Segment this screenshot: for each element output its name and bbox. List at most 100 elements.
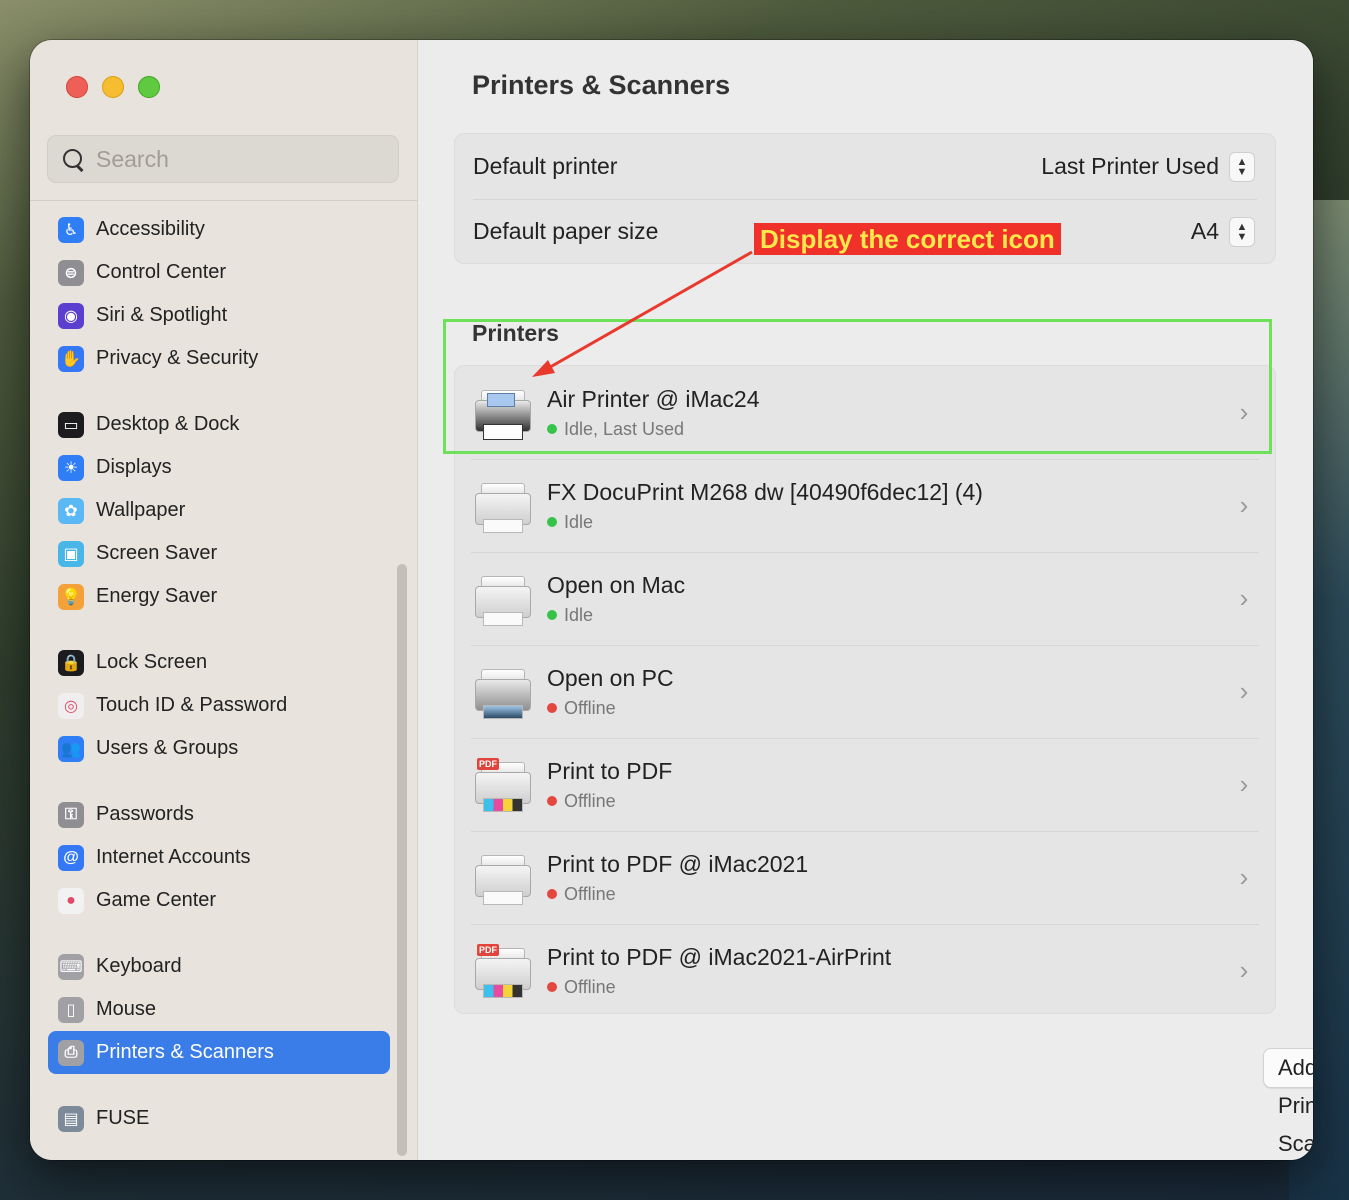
sidebar-item[interactable]: @ Internet Accounts (48, 836, 390, 879)
printer-text: Air Printer @ iMac24 Idle, Last Used (547, 386, 1229, 440)
printer-icon (471, 661, 533, 723)
sidebar-item[interactable]: ◎ Touch ID & Password (48, 684, 390, 727)
sidebar-item[interactable]: 💡 Energy Saver (48, 575, 390, 618)
sidebar-item-label: Lock Screen (96, 651, 208, 673)
add-printer-button[interactable]: Add Printer, Scanner, or Fax... (1263, 1048, 1313, 1156)
printer-name: Print to PDF (547, 757, 673, 784)
sidebar-item[interactable]: ⌨ Keyboard (48, 945, 390, 988)
fuse-icon: ▤ (58, 1105, 84, 1132)
default-printer-row: Default printer Last Printer Used ▲ ▼ (455, 134, 1275, 199)
printer-row[interactable]: Print to PDF @ iMac2021 Offline › (455, 831, 1275, 924)
settings-window: Search ♿ Accessibility ⊜ Control Center ◉ Sir… (30, 40, 1313, 1160)
printer-status: Idle (547, 512, 1229, 533)
page-title: Printers & Scanners (472, 70, 731, 100)
game-center-icon: ● (58, 887, 84, 914)
status-dot-icon (547, 517, 557, 527)
default-paper-popup[interactable]: A4 ▲ ▼ (1190, 216, 1255, 247)
search-field[interactable]: Search (47, 135, 399, 183)
status-dot-icon (547, 424, 557, 434)
sidebar-item[interactable]: ☀ Displays (48, 446, 390, 489)
sidebar-item[interactable]: ♿ Accessibility (48, 208, 390, 251)
accessibility-icon: ♿ (58, 216, 84, 243)
fingerprint-icon: ◎ (58, 692, 84, 719)
printer-name: Print to PDF @ iMac2021-AirPrint (547, 943, 892, 970)
printer-name: Open on Mac (547, 571, 686, 598)
dock-icon: ▭ (58, 411, 84, 438)
printer-name: Air Printer @ iMac24 (547, 385, 760, 412)
printer-row[interactable]: PDF Print to PDF @ iMac2021-AirPrint Offli… (455, 924, 1275, 1017)
printer-icon (471, 568, 533, 630)
sidebar-item[interactable]: ● Game Center (48, 879, 390, 922)
sidebar-item[interactable]: ✿ Wallpaper (48, 489, 390, 532)
printer-text: Print to PDF @ iMac2021 Offline (547, 851, 1229, 905)
search-icon (60, 146, 86, 172)
sidebar-item-label: Control Center (96, 261, 227, 283)
sidebar-item-label: Accessibility (96, 218, 205, 240)
lock-icon: 🔒 (58, 649, 84, 676)
default-printer-label: Default printer (473, 153, 618, 179)
default-paper-value: A4 (1190, 218, 1219, 244)
status-dot-icon (547, 889, 557, 899)
at-icon: @ (58, 844, 84, 871)
printer-row[interactable]: PDF Print to PDF Offline › (455, 738, 1275, 831)
sidebar-item[interactable]: ⚿ Passwords (48, 793, 390, 836)
sidebar-item[interactable]: 🔒 Lock Screen (48, 641, 390, 684)
sidebar-scrollbar[interactable] (397, 564, 407, 1156)
sidebar-item[interactable]: ▣ Screen Saver (48, 532, 390, 575)
printers-list: Air Printer @ iMac24 Idle, Last Used › FX D… (454, 365, 1276, 1014)
printer-status-text: Offline (564, 697, 616, 718)
printer-status: Offline (547, 791, 1229, 812)
printer-row[interactable]: Open on PC Offline › (455, 645, 1275, 738)
sidebar-item[interactable]: ⎙ Printers & Scanners (48, 1031, 390, 1074)
sidebar-item[interactable]: ⊜ Control Center (48, 251, 390, 294)
status-dot-icon (547, 703, 557, 713)
printer-text: Open on Mac Idle (547, 572, 1229, 626)
printer-status: Idle, Last Used (547, 419, 1229, 440)
chevron-right-icon: › (1239, 862, 1249, 892)
users-icon: 👥 (58, 735, 84, 762)
sidebar-item[interactable]: ▭ Desktop & Dock (48, 403, 390, 446)
printer-status: Idle (547, 605, 1229, 626)
printer-text: FX DocuPrint M268 dw [40490f6dec12] (4) I… (547, 479, 1229, 533)
sidebar-item[interactable]: ✋ Privacy & Security (48, 337, 390, 380)
keyboard-icon: ⌨ (58, 953, 84, 980)
chevron-right-icon: › (1239, 676, 1249, 706)
printer-icon: ⎙ (58, 1039, 84, 1066)
printer-row[interactable]: Open on Mac Idle › (455, 552, 1275, 645)
search-placeholder: Search (96, 145, 169, 172)
sidebar-item-label: Siri & Spotlight (96, 304, 228, 326)
window-controls (66, 76, 160, 98)
printer-status-text: Offline (564, 790, 616, 811)
hand-icon: ✋ (58, 345, 84, 372)
sidebar-item-label: Displays (96, 456, 172, 478)
printer-status-text: Offline (564, 883, 616, 904)
sidebar-item[interactable]: ▯ Mouse (48, 988, 390, 1031)
sidebar-item-label: Mouse (96, 998, 157, 1020)
printer-icon: PDF (471, 940, 533, 1002)
minimize-button[interactable] (102, 76, 124, 98)
sidebar-item-label: FUSE (96, 1107, 150, 1129)
status-dot-icon (547, 610, 557, 620)
sidebar-item[interactable]: 👥 Users & Groups (48, 727, 390, 770)
default-printer-popup[interactable]: Last Printer Used ▲ ▼ (1041, 151, 1255, 182)
zoom-button[interactable] (138, 76, 160, 98)
sidebar-item-label: Printers & Scanners (96, 1041, 274, 1063)
printer-row[interactable]: Air Printer @ iMac24 Idle, Last Used › (455, 366, 1275, 459)
siri-icon: ◉ (58, 302, 84, 329)
flower-icon: ✿ (58, 497, 84, 524)
chevron-right-icon: › (1239, 769, 1249, 799)
sidebar-item[interactable]: ◉ Siri & Spotlight (48, 294, 390, 337)
sidebar-item-label: Game Center (96, 889, 217, 911)
printer-row[interactable]: FX DocuPrint M268 dw [40490f6dec12] (4) I… (455, 459, 1275, 552)
sun-icon: ☀ (58, 454, 84, 481)
sidebar-item[interactable]: ▤ FUSE (48, 1097, 390, 1140)
chevron-right-icon: › (1239, 490, 1249, 520)
close-button[interactable] (66, 76, 88, 98)
printer-text: Print to PDF @ iMac2021-AirPrint Offline (547, 944, 1229, 998)
printers-heading: Printers (472, 320, 559, 346)
sidebar-item-label: Users & Groups (96, 737, 239, 759)
chevron-right-icon: › (1239, 397, 1249, 427)
printer-status-text: Idle, Last Used (564, 418, 685, 439)
